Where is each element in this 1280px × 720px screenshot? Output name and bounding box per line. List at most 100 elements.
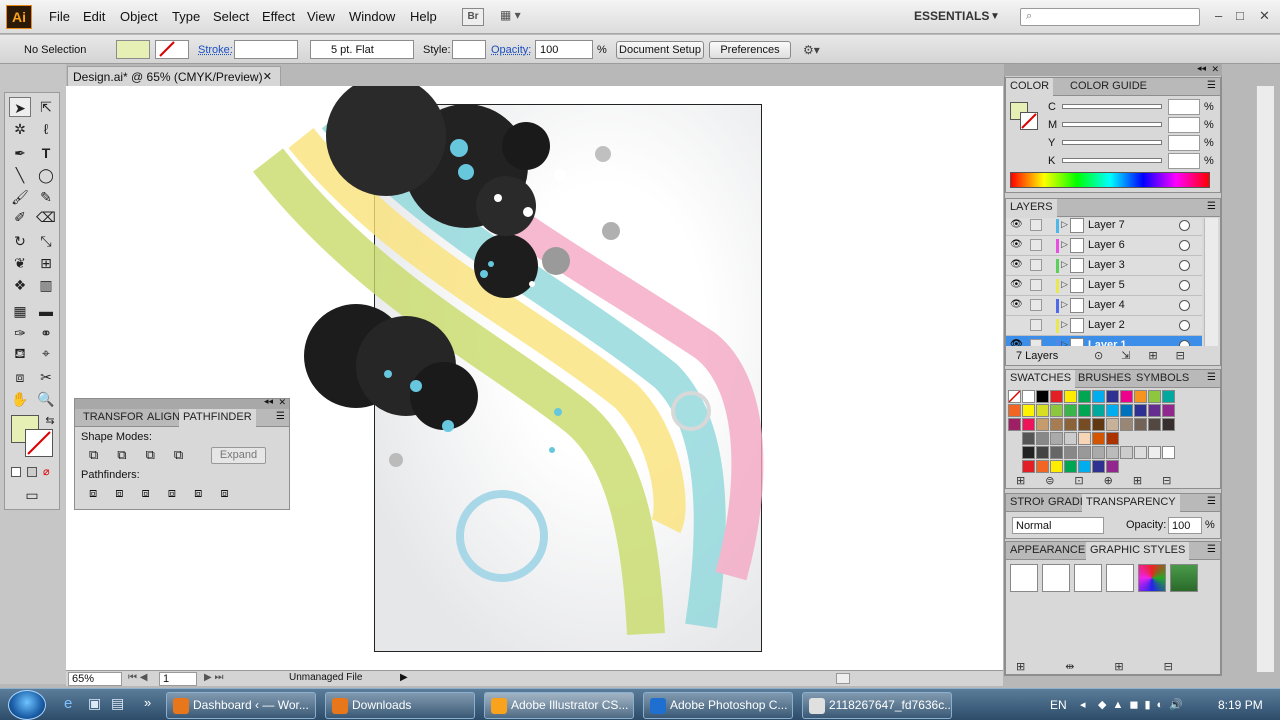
next-page-icon[interactable]: ▶ ⏭ (204, 672, 223, 683)
tab-transparency[interactable]: TRANSPARENCY (1082, 494, 1180, 512)
show-desktop-icon[interactable]: ▣ (88, 695, 101, 712)
swatch[interactable] (1148, 446, 1161, 459)
swatch[interactable] (1078, 446, 1091, 459)
close-icon[interactable]: ✕ (1259, 8, 1270, 24)
swatch[interactable] (1162, 404, 1175, 417)
tab-symbols[interactable]: SYMBOLS (1132, 370, 1193, 388)
swatch[interactable] (1036, 432, 1049, 445)
swatch[interactable] (1078, 404, 1091, 417)
lock-toggle[interactable] (1030, 299, 1042, 311)
stroke-label[interactable]: Stroke: (198, 44, 233, 56)
swatch[interactable] (1064, 432, 1077, 445)
status-menu-icon[interactable]: ▶ (400, 672, 408, 683)
target-circle-icon[interactable] (1179, 340, 1190, 346)
layer-row[interactable]: 👁 ▷ Layer 7 (1006, 218, 1202, 236)
swatch[interactable] (1092, 446, 1105, 459)
stroke-swatch[interactable] (1020, 112, 1038, 130)
graphic-style-3[interactable] (1074, 564, 1102, 592)
swatch[interactable] (1036, 418, 1049, 431)
target-circle-icon[interactable] (1179, 320, 1190, 331)
visibility-eye-icon[interactable]: 👁 (1010, 299, 1023, 310)
swatch[interactable] (1036, 460, 1049, 473)
swatch[interactable] (1120, 404, 1133, 417)
direct-selection-tool-icon[interactable]: ⇱ (35, 97, 57, 117)
swatch[interactable] (1092, 390, 1105, 403)
lock-toggle[interactable] (1030, 239, 1042, 251)
panel-menu-icon[interactable]: ☰ (1207, 496, 1216, 507)
expand-triangle-icon[interactable]: ▷ (1061, 299, 1068, 310)
none-mode-icon[interactable]: ⌀ (43, 465, 50, 478)
settings-icon[interactable]: ⚙▾ (803, 43, 820, 57)
taskbar-button-illustrator[interactable]: Adobe Illustrator CS... (484, 692, 634, 719)
swatch[interactable] (1022, 390, 1035, 403)
visibility-eye-icon[interactable]: 👁 (1010, 259, 1023, 270)
style-select[interactable] (452, 40, 486, 59)
panel-menu-icon[interactable]: ☰ (1207, 80, 1216, 91)
y-slider[interactable] (1062, 140, 1162, 145)
panel-menu-icon[interactable]: ☰ (276, 411, 285, 422)
swatch[interactable] (1050, 418, 1063, 431)
panel-menu-icon[interactable]: ☰ (1207, 201, 1216, 212)
k-slider[interactable] (1062, 158, 1162, 163)
layer-row[interactable]: 👁 ▷ Layer 3 (1006, 256, 1202, 276)
target-circle-icon[interactable] (1179, 220, 1190, 231)
stroke-weight-field[interactable] (234, 40, 298, 59)
bridge-button[interactable]: Br (462, 8, 484, 26)
swatch[interactable] (1106, 418, 1119, 431)
swatch[interactable] (1092, 404, 1105, 417)
graph-tool-icon[interactable]: ▥ (35, 275, 57, 295)
target-circle-icon[interactable] (1179, 260, 1190, 271)
layer-row[interactable]: 👁 ▷ Layer 1 (1006, 336, 1202, 346)
swatch[interactable] (1064, 446, 1077, 459)
tray-icons[interactable]: ◆▲◼▮◐🔊 (1098, 698, 1189, 711)
swatch[interactable] (1064, 390, 1077, 403)
graphic-style-4[interactable] (1106, 564, 1134, 592)
menu-view[interactable]: View (307, 9, 335, 24)
taskbar-button-downloads[interactable]: Downloads (325, 692, 475, 719)
menu-object[interactable]: Object (120, 9, 158, 24)
close-icon[interactable]: ✕ (278, 397, 286, 408)
layer-row[interactable]: ▷ Layer 2 (1006, 316, 1202, 336)
target-circle-icon[interactable] (1179, 240, 1190, 251)
type-tool-icon[interactable]: T (35, 143, 57, 163)
swatch[interactable] (1106, 432, 1119, 445)
swatch[interactable] (1078, 432, 1091, 445)
lock-toggle[interactable] (1030, 339, 1042, 346)
taskbar-button-photoshop[interactable]: Adobe Photoshop C... (643, 692, 793, 719)
swap-colors-icon[interactable]: ⇆ (39, 411, 61, 431)
swatch[interactable] (1008, 418, 1021, 431)
swatch[interactable] (1050, 404, 1063, 417)
shape-mode-icons[interactable]: ⧉⧉⧉⧉ (89, 447, 202, 463)
swatch[interactable] (1036, 446, 1049, 459)
chevron-down-icon[interactable]: ▼ (990, 11, 1000, 22)
page-select[interactable]: 1 (159, 672, 197, 686)
magic-wand-icon[interactable]: ✲ (9, 119, 31, 139)
first-page-icon[interactable]: ⏮ ◀ (128, 672, 147, 683)
lock-toggle[interactable] (1030, 259, 1042, 271)
swatch[interactable] (1120, 390, 1133, 403)
menu-file[interactable]: File (49, 9, 70, 24)
search-input[interactable]: ⌕ (1020, 8, 1200, 26)
swatch[interactable] (1106, 460, 1119, 473)
swatch[interactable] (1078, 460, 1091, 473)
graphic-style-6[interactable] (1170, 564, 1198, 592)
mesh-tool-icon[interactable]: ▦ (9, 301, 31, 321)
visibility-eye-icon[interactable]: 👁 (1010, 279, 1023, 290)
opacity-field[interactable]: 100 (535, 40, 593, 59)
close-icon[interactable]: ✕ (263, 70, 272, 83)
lock-toggle[interactable] (1030, 319, 1042, 331)
swatch[interactable] (1106, 390, 1119, 403)
workspace-switcher[interactable]: ESSENTIALS (914, 9, 989, 23)
tab-stroke[interactable]: STROKE (1006, 494, 1044, 512)
tab-graphic-styles[interactable]: GRAPHIC STYLES (1086, 542, 1190, 560)
blend-mode-select[interactable]: Normal (1012, 517, 1104, 534)
gradient-tool-icon[interactable]: ▬ (35, 301, 57, 321)
preferences-button[interactable]: Preferences (709, 41, 791, 59)
swatch[interactable] (1134, 446, 1147, 459)
tray-expand-icon[interactable]: ◂ (1080, 698, 1086, 711)
rotate-tool-icon[interactable]: ↻ (9, 231, 31, 251)
ie-icon[interactable]: e (64, 695, 72, 712)
document-setup-button[interactable]: Document Setup (616, 41, 704, 59)
visibility-eye-icon[interactable]: 👁 (1010, 339, 1023, 346)
m-field[interactable] (1168, 117, 1200, 133)
